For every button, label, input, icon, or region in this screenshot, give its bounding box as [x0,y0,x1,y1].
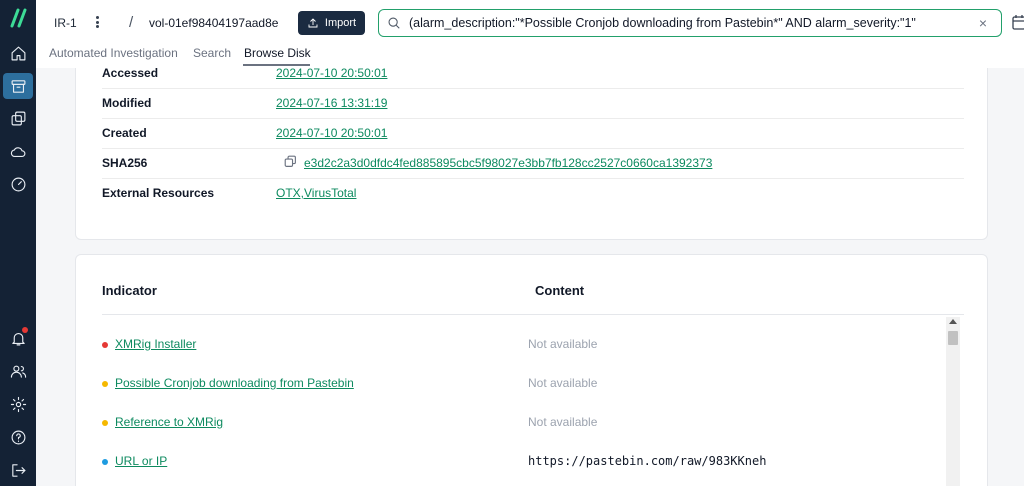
created-value-link[interactable]: 2024-07-10 20:50:01 [276,126,387,140]
table-scrollbar[interactable] [946,317,960,486]
external-resources-links[interactable]: OTX,VirusTotal [276,186,356,200]
copy-icon[interactable] [284,155,298,169]
modified-value-link[interactable]: 2024-07-16 13:31:19 [276,96,387,110]
home-icon[interactable] [7,42,29,64]
indicator-link[interactable]: Possible Cronjob downloading from Pasteb… [115,376,354,390]
table-row: Possible Cronjob downloading from Pasteb… [102,375,942,395]
indicator-content: Not available [528,376,598,390]
calendar-icon[interactable] [1012,14,1024,30]
workspace-label[interactable]: IR-1 [54,16,77,30]
breadcrumb-separator: / [129,14,134,31]
detail-label: Accessed [102,68,159,80]
detail-label: SHA256 [102,156,148,170]
table-row: XMRig Installer Not available [102,336,942,356]
indicators-card: Indicator Content XMRig Installer Not av… [75,254,988,486]
tab-automated-investigation[interactable]: Automated Investigation [49,46,178,60]
indicator-content[interactable]: https://pastebin.com/raw/983KKneh [528,454,766,468]
cloud-icon[interactable] [7,140,29,162]
indicator-link[interactable]: Reference to XMRig [115,415,223,429]
indicator-column-header: Indicator [102,283,157,298]
tab-browse-disk[interactable]: Browse Disk [244,46,311,60]
help-icon[interactable] [7,426,29,448]
table-row: URL or IP https://pastebin.com/raw/983KK… [102,453,942,473]
more-options-icon[interactable] [92,14,102,30]
detail-row-modified: Modified 2024-07-16 13:31:19 [102,89,964,119]
indicator-link[interactable]: URL or IP [115,454,167,468]
content-column-header: Content [535,283,585,298]
archive-icon[interactable] [3,73,33,99]
scroll-up-arrow-icon[interactable] [949,319,957,324]
gauge-icon[interactable] [7,173,29,195]
detail-label: Modified [102,96,152,110]
notification-dot [22,327,28,333]
active-tab-indicator [243,64,310,66]
users-icon[interactable] [7,360,29,382]
file-details-card: Accessed 2024-07-10 20:50:01 Modified 20… [75,68,988,240]
severity-dot [102,420,108,426]
indicator-link[interactable]: XMRig Installer [115,337,196,351]
tab-search[interactable]: Search [193,46,231,60]
detail-row-sha256: SHA256 e3d2c2a3d0dfdc4fed885895cbc5f9802… [102,149,964,179]
view-tabs: Automated Investigation Search Browse Di… [36,44,1024,68]
sidebar [0,0,36,486]
clear-search-icon[interactable]: × [979,15,987,31]
scrollbar-thumb[interactable] [948,331,958,345]
severity-dot [102,459,108,465]
detail-row-created: Created 2024-07-10 20:50:01 [102,119,964,149]
volume-name: vol-01ef98404197aad8e [149,16,279,30]
import-button[interactable]: Import [298,11,365,35]
severity-dot [102,342,108,348]
main-content[interactable]: Accessed 2024-07-10 20:50:01 Modified 20… [36,68,1024,486]
copy-stack-icon[interactable] [7,107,29,129]
detail-label: External Resources [102,186,215,200]
indicators-table-header: Indicator Content [102,283,964,315]
accessed-value-link[interactable]: 2024-07-10 20:50:01 [276,68,387,80]
indicator-content: Not available [528,337,598,351]
table-row: Reference to XMRig Not available [102,414,942,434]
logout-icon[interactable] [7,459,29,481]
search-icon [388,17,400,29]
search-query[interactable]: (alarm_description:"*Possible Cronjob do… [409,16,975,30]
logo-icon[interactable] [8,6,28,30]
import-button-label: Import [324,17,357,29]
gear-icon[interactable] [7,393,29,415]
indicator-content: Not available [528,415,598,429]
detail-row-external-resources: External Resources OTX,VirusTotal [102,179,964,209]
severity-dot [102,381,108,387]
search-input[interactable]: (alarm_description:"*Possible Cronjob do… [378,9,1002,37]
bell-icon[interactable] [7,327,29,349]
top-bar: IR-1 / vol-01ef98404197aad8e Import (ala… [36,0,1024,44]
detail-row-accessed: Accessed 2024-07-10 20:50:01 [102,68,964,89]
sha256-value-link[interactable]: e3d2c2a3d0dfdc4fed885895cbc5f98027e3bb7f… [304,156,712,170]
upload-icon [308,18,318,28]
detail-label: Created [102,126,147,140]
